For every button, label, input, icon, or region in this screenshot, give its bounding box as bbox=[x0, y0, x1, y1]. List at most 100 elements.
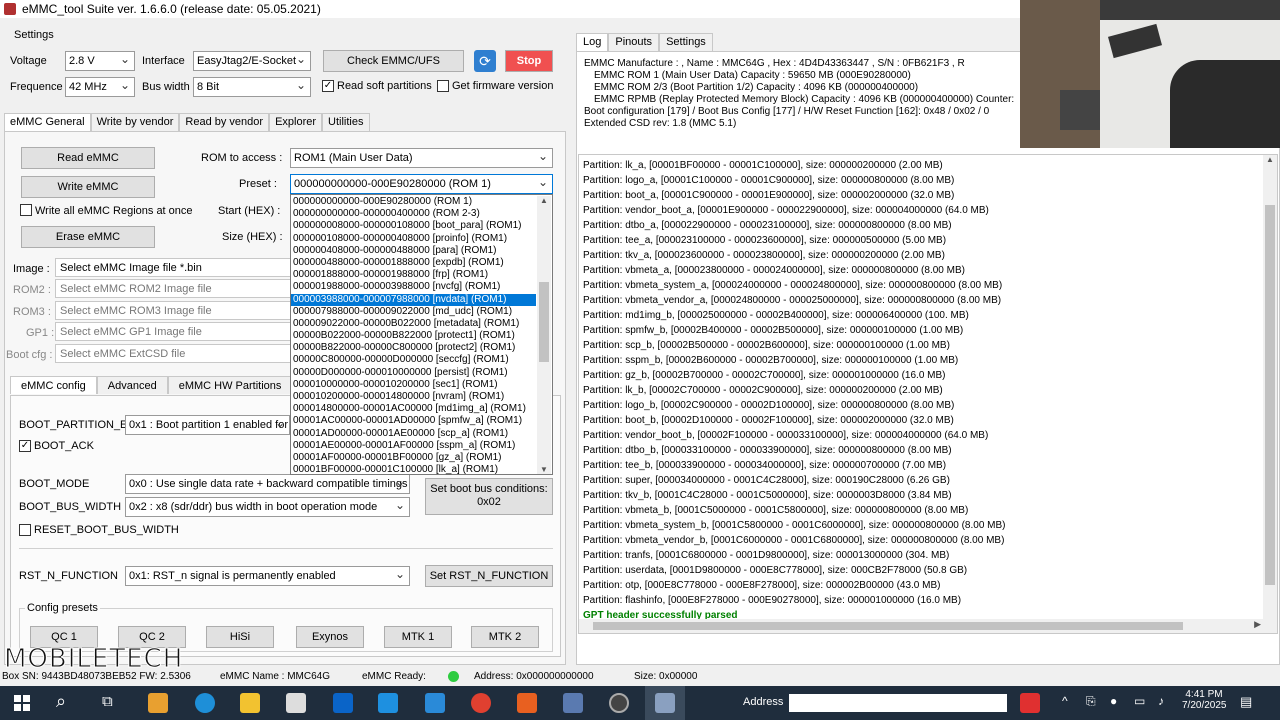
preset-option[interactable]: 00000D000000-000010000000 [persist] (ROM… bbox=[291, 367, 536, 379]
log-scroll-up-icon[interactable]: ▲ bbox=[1263, 155, 1277, 164]
preset-option[interactable]: 000000000000-000E90280000 (ROM 1) bbox=[291, 196, 536, 208]
reset-boot-bus-checkbox[interactable] bbox=[19, 524, 31, 536]
rst-n-select[interactable]: 0x1: RST_n signal is permanently enabled bbox=[125, 566, 410, 586]
chrome-icon[interactable] bbox=[471, 693, 491, 713]
app-icon-3[interactable] bbox=[425, 693, 445, 713]
preset-option[interactable]: 000000408000-000000488000 [para] (ROM1) bbox=[291, 245, 536, 257]
emmc-tool-taskbar-icon[interactable] bbox=[655, 693, 675, 713]
preset-option[interactable]: 000000488000-000001888000 [expdb] (ROM1) bbox=[291, 257, 536, 269]
preset-option[interactable]: 00001BF00000-00001C100000 [lk_a] (ROM1) bbox=[291, 464, 536, 476]
preset-option[interactable]: 000000000000-000000400000 (ROM 2-3) bbox=[291, 208, 536, 220]
preset-mtk2-button[interactable]: MTK 2 bbox=[471, 626, 539, 648]
tray-mic-icon[interactable]: ● bbox=[1110, 694, 1117, 708]
read-soft-checkbox[interactable]: ✓ bbox=[322, 80, 334, 92]
tab-right-settings[interactable]: Settings bbox=[659, 33, 713, 51]
log-hscrollbar[interactable]: ▶ bbox=[579, 619, 1263, 633]
app-icon-1[interactable] bbox=[148, 693, 168, 713]
preset-exynos-button[interactable]: Exynos bbox=[296, 626, 364, 648]
preset-option[interactable]: 000000108000-000000408000 [proinfo] (ROM… bbox=[291, 233, 536, 245]
image-input[interactable]: Select eMMC Image file *.bin bbox=[55, 258, 291, 277]
write-emmc-button[interactable]: Write eMMC bbox=[21, 176, 155, 198]
task-view-icon[interactable]: ⧉ bbox=[102, 693, 113, 710]
app-icon-4[interactable] bbox=[517, 693, 537, 713]
dropdown-scrollbar[interactable]: ▲ ▼ bbox=[537, 196, 551, 474]
log-hscroll-thumb[interactable] bbox=[593, 622, 1183, 630]
set-boot-bus-button[interactable]: Set boot bus conditions: 0x02 bbox=[425, 478, 553, 515]
preset-option[interactable]: 00001AF00000-00001BF00000 [gz_a] (ROM1) bbox=[291, 452, 536, 464]
file-explorer-icon[interactable] bbox=[240, 693, 260, 713]
search-icon[interactable]: ⌕ bbox=[56, 691, 66, 712]
get-firmware-checkbox[interactable] bbox=[437, 80, 449, 92]
tray-network-icon[interactable]: ▭ bbox=[1134, 694, 1145, 708]
tray-clock[interactable]: 4:41 PM 7/20/2025 bbox=[1182, 689, 1227, 711]
app-icon-6[interactable] bbox=[609, 693, 629, 713]
boot-mode-select[interactable]: 0x0 : Use single data rate + backward co… bbox=[125, 474, 410, 494]
tab-read-by-vendor[interactable]: Read by vendor bbox=[179, 113, 270, 131]
store-icon[interactable] bbox=[286, 693, 306, 713]
preset-option[interactable]: 00001AC00000-00001AD00000 [spmfw_a] (ROM… bbox=[291, 415, 536, 427]
preset-select[interactable]: 000000000000-000E90280000 (ROM 1) bbox=[290, 174, 553, 194]
tab-write-by-vendor[interactable]: Write by vendor bbox=[90, 113, 180, 131]
tray-app-icon[interactable] bbox=[1020, 693, 1040, 713]
preset-option[interactable]: 000003988000-000007988000 [nvdata] (ROM1… bbox=[291, 293, 536, 306]
edge-icon[interactable] bbox=[195, 693, 215, 713]
preset-option[interactable]: 000007988000-000009022000 [md_udc] (ROM1… bbox=[291, 306, 536, 318]
log-box[interactable]: Partition: lk_a, [00001BF00000 - 00001C1… bbox=[578, 154, 1278, 634]
scroll-down-icon[interactable]: ▼ bbox=[537, 465, 551, 474]
stop-button[interactable]: Stop bbox=[505, 50, 553, 72]
bootcfg-input[interactable]: Select eMMC ExtCSD file bbox=[55, 344, 291, 363]
rom2-input[interactable]: Select eMMC ROM2 Image file bbox=[55, 279, 291, 298]
preset-option[interactable]: 00001AE00000-00001AF00000 [sspm_a] (ROM1… bbox=[291, 440, 536, 452]
preset-option[interactable]: 00000B022000-00000B822000 [protect1] (RO… bbox=[291, 330, 536, 342]
outlook-icon[interactable] bbox=[333, 693, 353, 713]
notification-icon[interactable]: ▤ bbox=[1240, 694, 1252, 710]
write-all-checkbox[interactable] bbox=[20, 204, 32, 216]
check-emmc-button[interactable]: Check EMMC/UFS bbox=[323, 50, 464, 72]
erase-emmc-button[interactable]: Erase eMMC bbox=[21, 226, 155, 248]
boot-ack-checkbox[interactable]: ✓ bbox=[19, 440, 31, 452]
app-icon-5[interactable] bbox=[563, 693, 583, 713]
rom3-input[interactable]: Select eMMC ROM3 Image file bbox=[55, 301, 291, 320]
preset-option[interactable]: 000010200000-000014800000 [nvram] (ROM1) bbox=[291, 391, 536, 403]
tab-pinouts[interactable]: Pinouts bbox=[608, 33, 660, 51]
windows-start-icon[interactable] bbox=[14, 695, 30, 711]
preset-option[interactable]: 00000B822000-00000C800000 [protect2] (RO… bbox=[291, 342, 536, 354]
log-scroll-right-icon[interactable]: ▶ bbox=[1254, 619, 1261, 630]
voltage-select[interactable]: 2.8 V bbox=[65, 51, 135, 71]
preset-dropdown-list[interactable]: 000000000000-000E90280000 (ROM 1) 0000000… bbox=[290, 194, 553, 475]
bus-width-select[interactable]: 8 Bit bbox=[193, 77, 311, 97]
tab-utilities[interactable]: Utilities bbox=[322, 113, 370, 131]
preset-option[interactable]: 000010000000-000010200000 [sec1] (ROM1) bbox=[291, 379, 536, 391]
tray-volume-icon[interactable]: ♪ bbox=[1158, 694, 1164, 708]
boot-partition-select[interactable]: 0x1 : Boot partition 1 enabled for boot bbox=[125, 415, 290, 435]
preset-option[interactable]: 000000008000-000000108000 [boot_para] (R… bbox=[291, 220, 536, 232]
tab-emmc-config[interactable]: eMMC config bbox=[10, 376, 97, 394]
preset-mtk1-button[interactable]: MTK 1 bbox=[384, 626, 452, 648]
tab-advanced[interactable]: Advanced bbox=[96, 376, 168, 394]
tab-log[interactable]: Log bbox=[576, 33, 609, 51]
preset-option[interactable]: 000001988000-000003988000 [nvcfg] (ROM1) bbox=[291, 281, 536, 293]
preset-option[interactable]: 000014800000-00001AC00000 [md1img_a] (RO… bbox=[291, 403, 536, 415]
set-rst-n-button[interactable]: Set RST_N_FUNCTION bbox=[425, 565, 553, 587]
tab-explorer[interactable]: Explorer bbox=[269, 113, 323, 131]
preset-option[interactable]: 00000C800000-00000D000000 [seccfg] (ROM1… bbox=[291, 354, 536, 366]
rom-access-select[interactable]: ROM1 (Main User Data) bbox=[290, 148, 553, 168]
app-icon-2[interactable] bbox=[378, 693, 398, 713]
log-vscrollbar[interactable]: ▲ bbox=[1263, 155, 1277, 633]
log-scroll-thumb[interactable] bbox=[1265, 205, 1275, 585]
preset-option[interactable]: 000009022000-00000B022000 [metadata] (RO… bbox=[291, 318, 536, 330]
tab-emmc-general[interactable]: eMMC General bbox=[4, 113, 91, 131]
address-toolbar-input[interactable] bbox=[789, 694, 1007, 712]
read-emmc-button[interactable]: Read eMMC bbox=[21, 147, 155, 169]
preset-hisi-button[interactable]: HiSi bbox=[206, 626, 274, 648]
frequence-select[interactable]: 42 MHz bbox=[65, 77, 135, 97]
boot-bus-width-select[interactable]: 0x2 : x8 (sdr/ddr) bus width in boot ope… bbox=[125, 497, 410, 517]
tray-chevron-icon[interactable]: ^ bbox=[1062, 694, 1068, 708]
preset-option[interactable]: 000001888000-000001988000 [frp] (ROM1) bbox=[291, 269, 536, 281]
gp1-input[interactable]: Select eMMC GP1 Image file bbox=[55, 322, 291, 341]
interface-select[interactable]: EasyJtag2/E-Socket bbox=[193, 51, 311, 71]
scroll-thumb[interactable] bbox=[539, 282, 549, 362]
tray-usb-icon[interactable]: ⎘ bbox=[1086, 694, 1096, 709]
preset-option[interactable]: 00001AD00000-00001AE00000 [scp_a] (ROM1) bbox=[291, 428, 536, 440]
tab-emmc-hw-partitions[interactable]: eMMC HW Partitions bbox=[167, 376, 293, 394]
